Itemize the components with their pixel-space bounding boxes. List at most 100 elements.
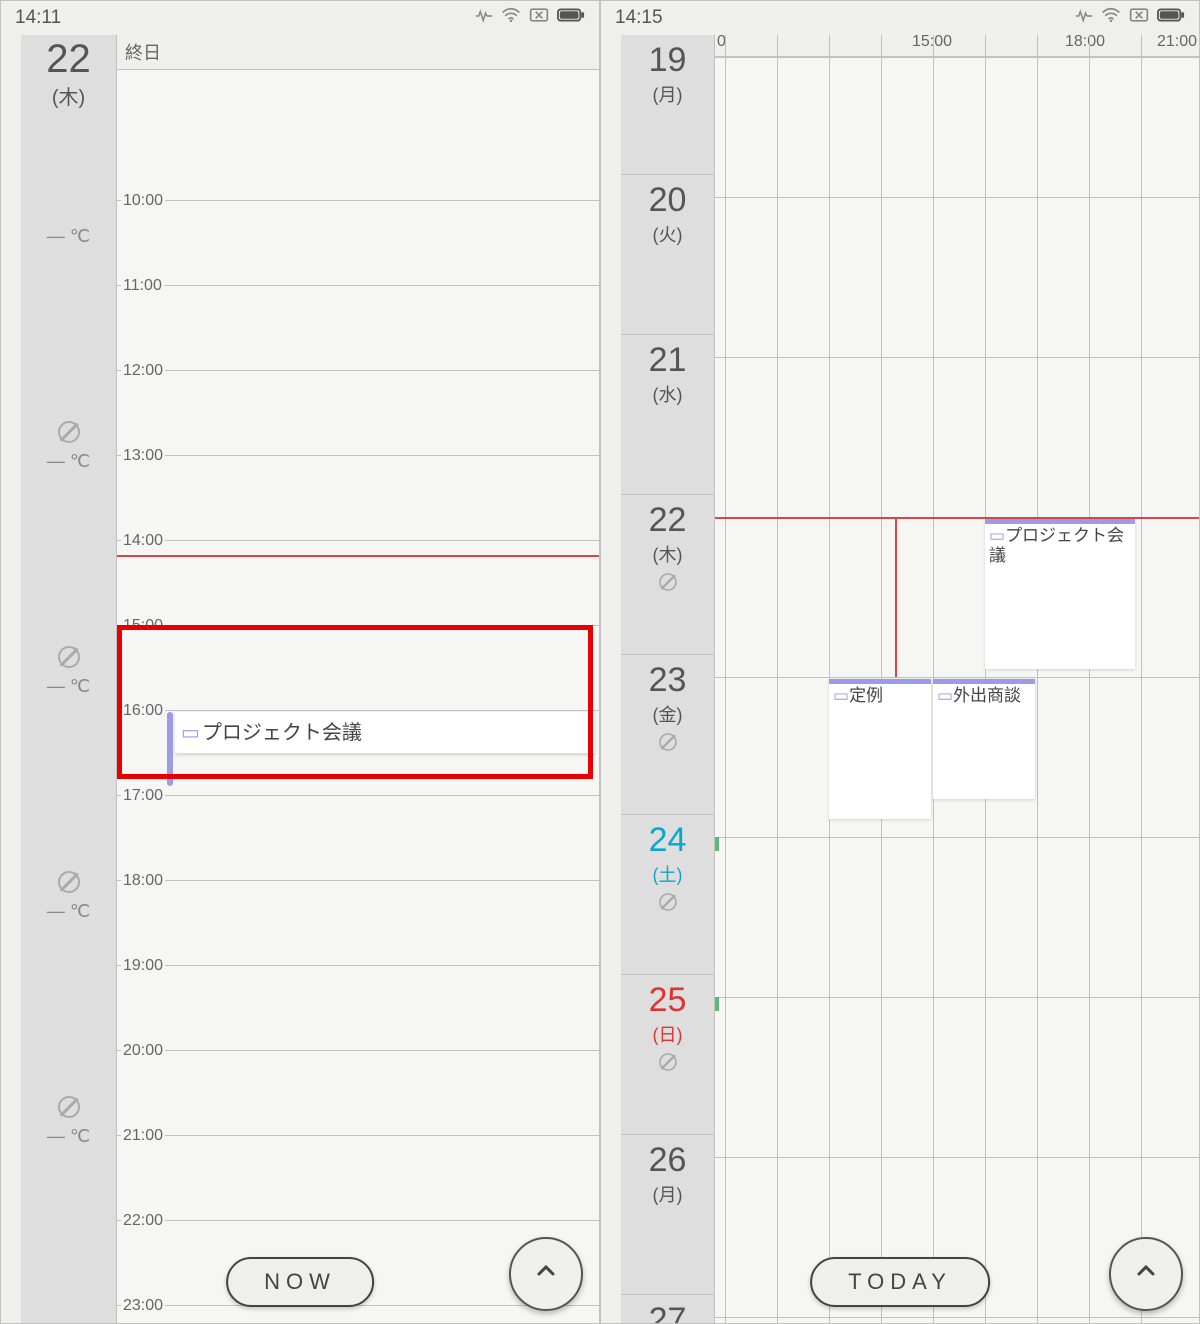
vline xyxy=(777,35,778,1323)
status-bar: 14:15 xyxy=(601,1,1199,35)
day-number: 23 xyxy=(621,663,714,697)
day-column: 19 (月) 20 (火) 21 (水) 22 (木) 23 (金) 24 (土… xyxy=(621,35,715,1323)
date-number: 22 xyxy=(21,39,116,79)
hline xyxy=(715,357,1199,358)
hour-row: 10:00 xyxy=(117,200,599,201)
day-number: 27 xyxy=(621,1303,714,1324)
hour-row: 19:00 xyxy=(117,965,599,966)
day-row[interactable]: 21 (水) xyxy=(621,335,714,495)
hline xyxy=(715,997,1199,998)
day-row[interactable]: 19 (月) xyxy=(621,35,714,175)
day-weekday: (水) xyxy=(621,381,714,407)
hour-row: 14:00 xyxy=(117,540,599,541)
chevron-up-icon xyxy=(1134,1259,1158,1290)
day-row[interactable]: 20 (火) xyxy=(621,175,714,335)
temp-label: — ℃ xyxy=(47,1126,90,1147)
no-data-icon xyxy=(659,733,677,751)
activity-icon xyxy=(1075,7,1093,29)
day-view: 2024.8 22 (木) — ℃ — ℃ — ℃ — ℃ — ℃ xyxy=(1,35,599,1323)
timeline[interactable]: 終日 10:00 11:00 12:00 13:00 14:00 15:00 1… xyxy=(117,35,599,1323)
time-col: 21:00 xyxy=(1157,33,1197,51)
day-row[interactable]: 23 (金) xyxy=(621,655,714,815)
battery-icon xyxy=(557,7,585,29)
day-weekday: (金) xyxy=(621,701,714,727)
hour-row: 13:00 xyxy=(117,455,599,456)
event-block-project-meeting[interactable]: ▭プロジェクト会議 xyxy=(175,712,595,754)
temp-label: — ℃ xyxy=(47,226,90,247)
date-column: 22 (木) — ℃ — ℃ — ℃ — ℃ — ℃ xyxy=(21,35,117,1323)
day-row[interactable]: 22 (木) xyxy=(621,495,714,655)
holiday-bar xyxy=(715,997,719,1011)
wifi-icon xyxy=(501,7,521,29)
close-box-icon xyxy=(1129,7,1149,29)
day-weekday: (火) xyxy=(621,221,714,247)
time-header: 0 15:00 18:00 21:00 xyxy=(715,35,1199,57)
calendar-event-icon: ▭ xyxy=(833,686,849,705)
hour-row: 16:00 xyxy=(117,710,599,711)
day-number: 24 xyxy=(621,823,714,857)
status-icons xyxy=(1075,7,1185,29)
event-title: プロジェクト会議 xyxy=(989,526,1124,565)
calendar-event-icon: ▭ xyxy=(181,722,200,744)
hour-row: 21:00 xyxy=(117,1135,599,1136)
now-button[interactable]: NOW xyxy=(226,1257,374,1307)
holiday-bar xyxy=(715,837,719,851)
event-project-meeting[interactable]: ▭プロジェクト会議 xyxy=(985,519,1135,669)
hline xyxy=(715,837,1199,838)
temp-label: — ℃ xyxy=(47,676,90,697)
hline xyxy=(715,197,1199,198)
no-data-icon xyxy=(659,893,677,911)
week-view-screen: 14:15 2024.8 19 (月) 20 (火) 21 (水) 22 (木) xyxy=(600,0,1200,1324)
event-title: プロジェクト会議 xyxy=(202,722,362,744)
day-row[interactable]: 26 (月) xyxy=(621,1135,714,1295)
hline xyxy=(715,677,1199,678)
activity-icon xyxy=(475,7,493,29)
hour-row: 12:00 xyxy=(117,370,599,371)
hour-grid[interactable]: 10:00 11:00 12:00 13:00 14:00 15:00 16:0… xyxy=(117,70,599,1323)
today-button[interactable]: TODAY xyxy=(810,1257,990,1307)
event-gaishutsu[interactable]: ▭外出商談 xyxy=(933,679,1035,799)
calendar-event-icon: ▭ xyxy=(937,686,953,705)
event-title: 外出商談 xyxy=(953,686,1021,705)
no-data-icon xyxy=(58,646,80,668)
vline xyxy=(725,35,726,1323)
vline xyxy=(1089,35,1090,1323)
day-row[interactable]: 27 (火) xyxy=(621,1295,714,1324)
event-teirei[interactable]: ▭定例 xyxy=(829,679,931,819)
day-weekday: (土) xyxy=(621,861,714,887)
day-row[interactable]: 25 (日) xyxy=(621,975,714,1135)
event-title: 定例 xyxy=(849,686,883,705)
close-box-icon xyxy=(529,7,549,29)
week-grid[interactable]: 0 15:00 18:00 21:00 xyxy=(715,35,1199,1323)
day-number: 21 xyxy=(621,343,714,377)
vline xyxy=(1141,35,1142,1323)
status-icons xyxy=(475,7,585,29)
year-band: 2024.8 xyxy=(1,35,21,1323)
hour-row: 17:00 xyxy=(117,795,599,796)
no-data-icon xyxy=(659,1053,677,1071)
no-data-icon xyxy=(58,421,80,443)
year-band: 2024.8 xyxy=(601,35,621,1323)
hour-row: 18:00 xyxy=(117,880,599,881)
status-time: 14:15 xyxy=(615,7,663,29)
battery-icon xyxy=(1157,7,1185,29)
expand-up-button[interactable] xyxy=(1109,1237,1183,1311)
day-view-screen: 14:11 2024.8 22 (木) — ℃ xyxy=(0,0,600,1324)
chevron-up-icon xyxy=(534,1259,558,1290)
day-row[interactable]: 24 (土) xyxy=(621,815,714,975)
now-line xyxy=(117,555,599,557)
week-view: 2024.8 19 (月) 20 (火) 21 (水) 22 (木) 23 (金… xyxy=(601,35,1199,1323)
expand-up-button[interactable] xyxy=(509,1237,583,1311)
hour-row: 20:00 xyxy=(117,1050,599,1051)
vline xyxy=(1037,35,1038,1323)
hour-row: 22:00 xyxy=(117,1220,599,1221)
event-handle xyxy=(167,712,173,786)
day-weekday: (日) xyxy=(621,1021,714,1047)
hour-row: 11:00 xyxy=(117,285,599,286)
no-data-icon xyxy=(659,573,677,591)
day-number: 25 xyxy=(621,983,714,1017)
hline xyxy=(715,1157,1199,1158)
day-number: 26 xyxy=(621,1143,714,1177)
hline xyxy=(715,57,1199,58)
wifi-icon xyxy=(1101,7,1121,29)
